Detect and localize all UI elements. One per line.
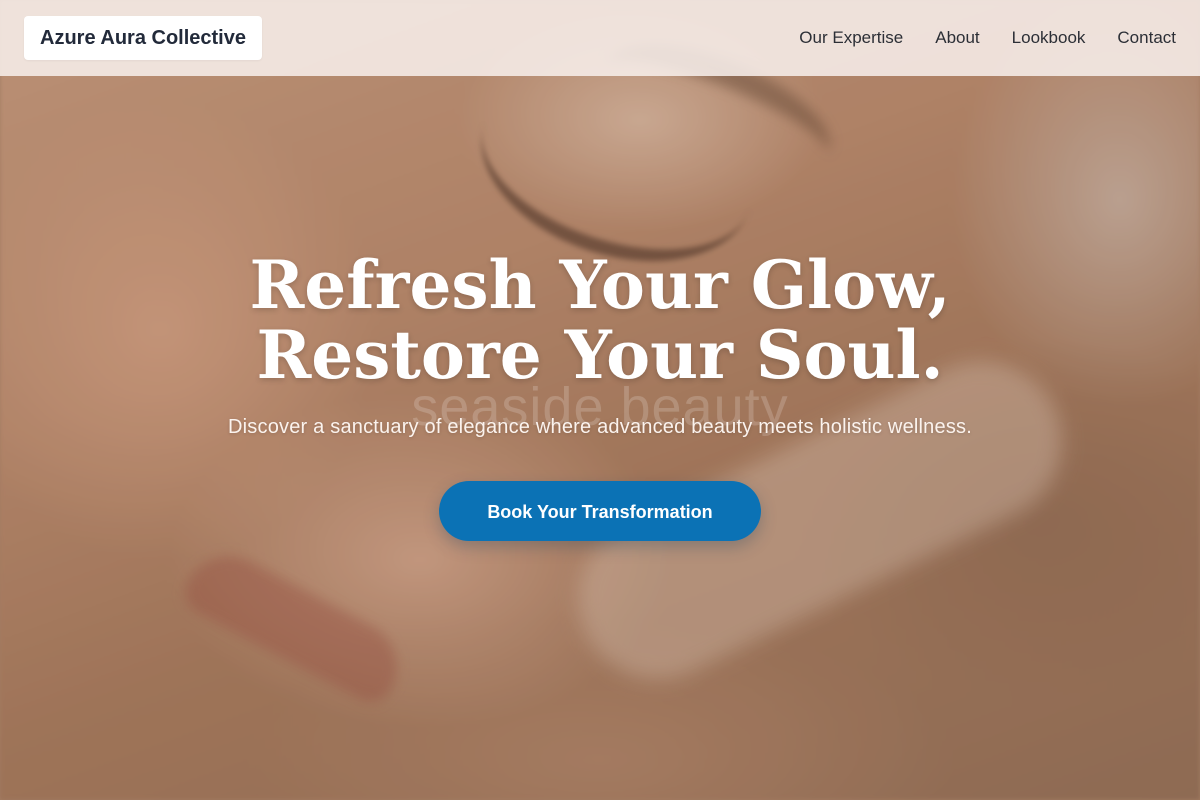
hero-content: Refresh Your Glow, Restore Your Soul. Di… [0,250,1200,541]
hero-title-line-1: Refresh Your Glow, [249,246,951,324]
landing-page: seaside beauty Azure Aura Collective Our… [0,0,1200,800]
book-transformation-button[interactable]: Book Your Transformation [439,481,761,541]
nav-link-lookbook[interactable]: Lookbook [1012,28,1086,48]
nav-links: Our Expertise About Lookbook Contact [799,0,1176,76]
hero-title-line-2: Restore Your Soul. [256,316,944,394]
nav-link-contact[interactable]: Contact [1117,28,1176,48]
nav-link-about[interactable]: About [935,28,979,48]
brand-logo[interactable]: Azure Aura Collective [24,16,262,60]
hero-subtitle: Discover a sanctuary of elegance where a… [228,416,972,438]
navbar: Azure Aura Collective Our Expertise Abou… [0,0,1200,76]
hero-title: Refresh Your Glow, Restore Your Soul. [0,250,1200,390]
nav-link-our-expertise[interactable]: Our Expertise [799,28,903,48]
